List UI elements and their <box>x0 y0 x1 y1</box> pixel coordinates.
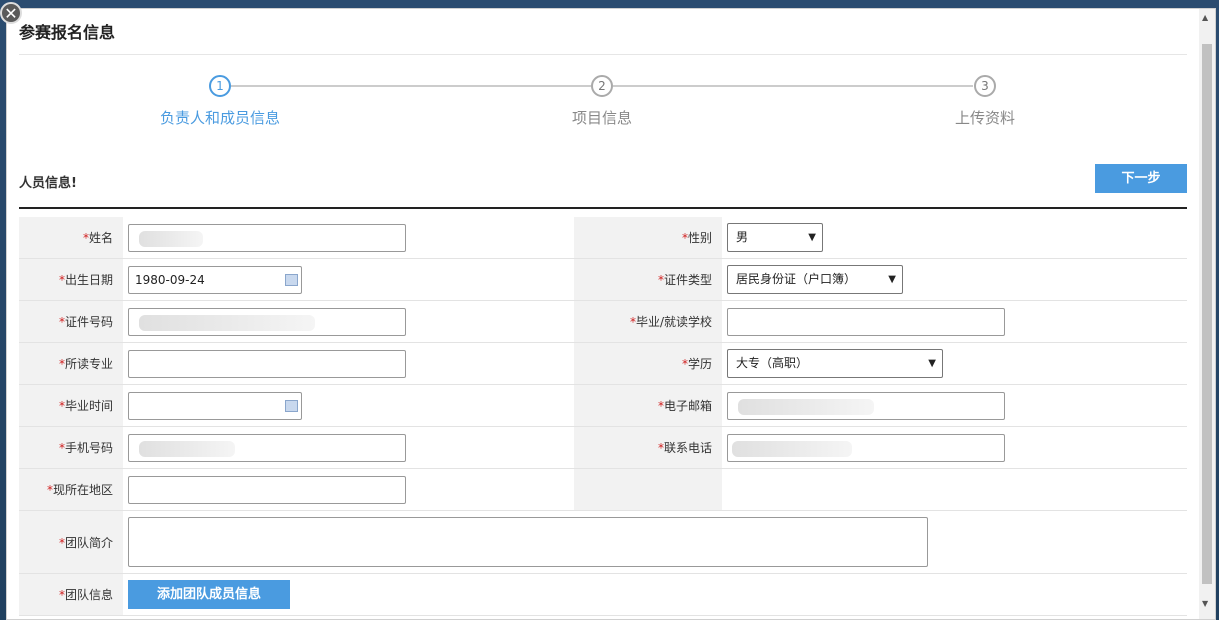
id-number-label: *证件号码 <box>19 300 123 343</box>
form-row: *姓名 *性别 男 ▼ <box>19 217 1187 259</box>
registration-dialog: 参赛报名信息 1 负责人和成员信息 2 项目信息 3 上传资料 人员信息! 下一… <box>6 8 1216 620</box>
step-progress: 1 负责人和成员信息 2 项目信息 3 上传资料 <box>7 69 1197 139</box>
step-connector-2 <box>613 85 973 87</box>
redacted-value <box>139 314 315 331</box>
calendar-icon[interactable] <box>285 273 298 286</box>
form-row: *证件号码 *毕业/就读学校 <box>19 300 1187 343</box>
email-input[interactable] <box>727 391 1005 420</box>
region-input[interactable] <box>128 475 406 504</box>
section-divider <box>19 207 1187 209</box>
form-row: *手机号码 *联系电话 <box>19 426 1187 469</box>
vertical-scrollbar[interactable]: ▲ ▼ <box>1199 9 1215 619</box>
redacted-value <box>139 230 203 247</box>
team-info-label: *团队信息 <box>19 573 123 616</box>
step-1-circle[interactable]: 1 <box>209 75 231 97</box>
school-input[interactable] <box>727 307 1005 336</box>
chevron-down-icon: ▼ <box>928 358 936 369</box>
major-label: *所读专业 <box>19 342 123 385</box>
redacted-value <box>732 440 852 457</box>
dialog-title: 参赛报名信息 <box>19 23 116 42</box>
team-intro-textarea[interactable] <box>128 517 928 567</box>
form-row: *出生日期 1980-09-24 *证件类型 居民身份证（户口簿） ▼ <box>19 258 1187 301</box>
birth-label: *出生日期 <box>19 258 123 301</box>
form-row: *所读专业 *学历 大专（高职） ▼ <box>19 342 1187 385</box>
scrollbar-thumb[interactable] <box>1202 44 1212 584</box>
chevron-down-icon: ▼ <box>808 232 816 243</box>
person-info-form: *姓名 *性别 男 ▼ *出生日期 1980-09-24 *证件类型 居民身份证（… <box>19 217 1187 616</box>
email-label: *电子邮箱 <box>574 384 722 427</box>
step-3-circle[interactable]: 3 <box>974 75 996 97</box>
empty-label-cell <box>574 468 722 511</box>
title-divider <box>19 54 1187 55</box>
phone-input[interactable] <box>727 433 1005 462</box>
school-label: *毕业/就读学校 <box>574 300 722 343</box>
redacted-value <box>139 440 235 457</box>
step-1-label[interactable]: 负责人和成员信息 <box>120 107 320 128</box>
team-intro-label: *团队简介 <box>19 510 123 574</box>
chevron-down-icon: ▼ <box>888 274 896 285</box>
gender-label: *性别 <box>574 217 722 259</box>
redacted-value <box>738 398 874 415</box>
id-number-input[interactable] <box>128 307 406 336</box>
grad-time-label: *毕业时间 <box>19 384 123 427</box>
phone-label: *联系电话 <box>574 426 722 469</box>
grad-time-input[interactable] <box>128 391 302 420</box>
next-step-button[interactable]: 下一步 <box>1095 164 1187 193</box>
major-input[interactable] <box>128 349 406 378</box>
name-input[interactable] <box>128 223 406 252</box>
name-label: *姓名 <box>19 217 123 259</box>
form-row: *团队简介 <box>19 510 1187 574</box>
step-connector-1 <box>231 85 591 87</box>
form-row: *毕业时间 *电子邮箱 <box>19 384 1187 427</box>
gender-select[interactable]: 男 ▼ <box>727 223 823 252</box>
form-row: *团队信息 添加团队成员信息 <box>19 573 1187 616</box>
scroll-down-icon[interactable]: ▼ <box>1202 599 1208 608</box>
add-team-member-button[interactable]: 添加团队成员信息 <box>128 580 290 609</box>
form-row: *现所在地区 <box>19 468 1187 511</box>
close-icon[interactable]: ✕ <box>0 2 22 24</box>
step-2-circle[interactable]: 2 <box>591 75 613 97</box>
education-select[interactable]: 大专（高职） ▼ <box>727 349 943 378</box>
scroll-up-icon[interactable]: ▲ <box>1202 13 1208 22</box>
id-type-label: *证件类型 <box>574 258 722 301</box>
step-3-label[interactable]: 上传资料 <box>885 107 1085 128</box>
section-title: 人员信息! <box>19 176 77 191</box>
birth-date-input[interactable]: 1980-09-24 <box>128 265 302 294</box>
mobile-input[interactable] <box>128 433 406 462</box>
education-label: *学历 <box>574 342 722 385</box>
calendar-icon[interactable] <box>285 399 298 412</box>
mobile-label: *手机号码 <box>19 426 123 469</box>
id-type-select[interactable]: 居民身份证（户口簿） ▼ <box>727 265 903 294</box>
region-label: *现所在地区 <box>19 468 123 511</box>
step-2-label[interactable]: 项目信息 <box>502 107 702 128</box>
